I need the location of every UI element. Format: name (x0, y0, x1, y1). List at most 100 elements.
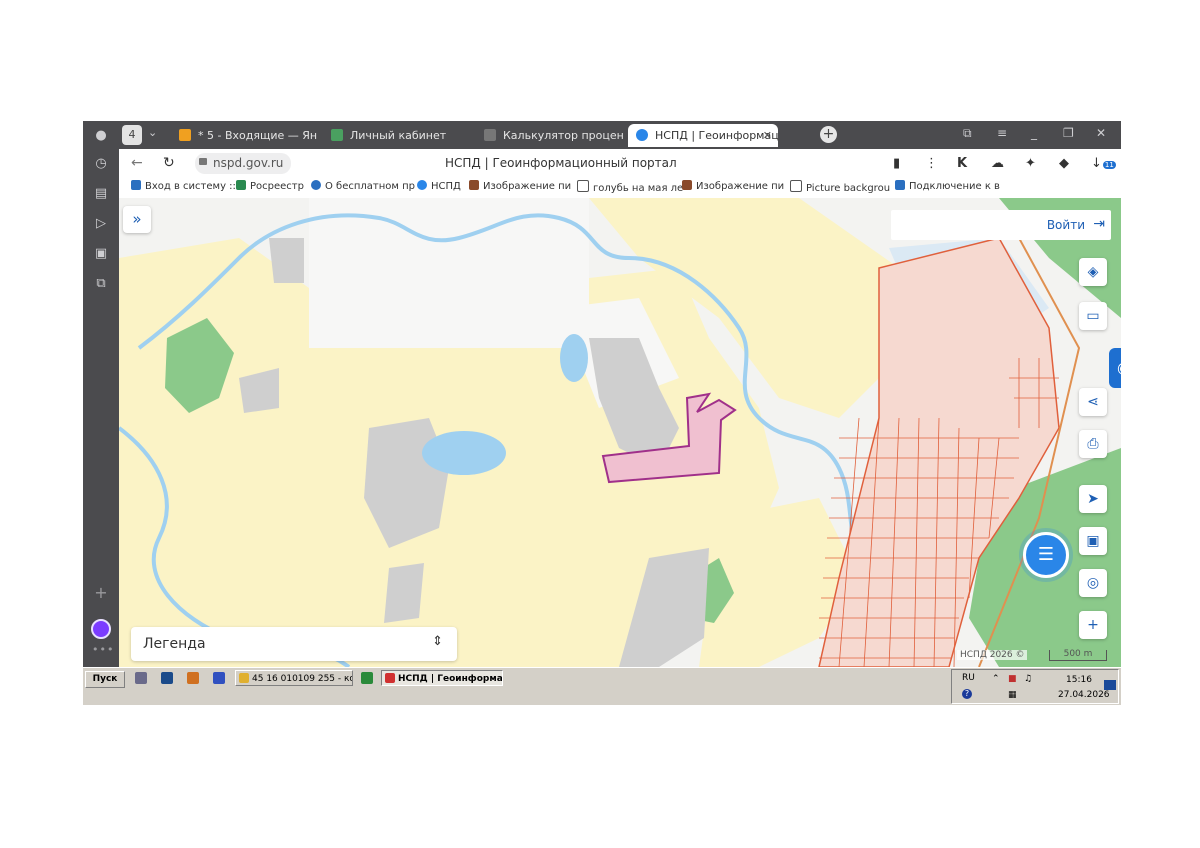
quicklaunch-illustrator-icon[interactable] (187, 672, 199, 684)
bookmark-image-2[interactable]: Изображение пи (682, 180, 784, 192)
nspd-icon (636, 129, 648, 141)
lock-icon (199, 158, 207, 165)
bookmarks-bar: Вход в систему :: Росреестр О бесплатном… (119, 178, 1121, 198)
bookmark-image-1[interactable]: Изображение пи (469, 180, 571, 192)
start-button[interactable]: Пуск (85, 671, 125, 688)
quicklaunch-library-icon[interactable] (135, 672, 147, 684)
legend-panel[interactable]: Легенда ⇕ (131, 627, 457, 661)
share-button[interactable]: ⋖ (1079, 388, 1107, 416)
extension-k-icon[interactable]: K (957, 156, 967, 171)
bookmark-login[interactable]: Вход в систему :: (131, 180, 236, 192)
login-label[interactable]: Войти (1047, 218, 1085, 232)
screenshot-icon[interactable]: ⧉ (92, 275, 110, 293)
bookmark-picture[interactable]: Picture backgrou (790, 180, 890, 194)
task-nspd-browser[interactable]: НСПД | Геоинформа... (381, 670, 503, 686)
login-icon[interactable]: ⇥ (1093, 216, 1105, 232)
layers-icon: ◈ (1087, 264, 1099, 280)
chat-button[interactable]: ☰ (1023, 532, 1069, 578)
restore-icon[interactable]: ❐ (1063, 126, 1074, 140)
bookmark-icon[interactable]: ▮ (893, 156, 900, 171)
bookmark-rosreestr[interactable]: Росреестр (236, 180, 304, 192)
menu-icon[interactable]: ≡ (997, 126, 1007, 140)
white-area (309, 198, 589, 348)
downloads-badge: 11 (1102, 161, 1116, 169)
windows-taskbar: Пуск 45 16 010109 255 - коп... НСПД | Ге… (83, 667, 1121, 705)
tab-bar: 4 ⌄ * 5 - Входящие — Яндекс Личный кабин… (119, 121, 1121, 149)
bookmark-pigeon[interactable]: голубь на мая ле (577, 180, 683, 194)
task-scan-folder[interactable]: 45 16 010109 255 - коп... (235, 670, 353, 686)
antivirus-icon[interactable]: ■ (1008, 674, 1017, 684)
calculator-icon (484, 129, 496, 141)
close-icon[interactable]: ✕ (763, 124, 772, 147)
network-icon[interactable]: ▦ (1008, 690, 1017, 700)
excel-icon[interactable] (361, 672, 373, 684)
reload-icon[interactable]: ↻ (163, 155, 175, 171)
lake (560, 334, 588, 382)
expand-panel-button[interactable]: » (123, 206, 151, 233)
lake (422, 431, 506, 475)
history-icon[interactable]: ◷ (92, 155, 110, 173)
quicklaunch-save-icon[interactable] (213, 672, 225, 684)
bookmark-connection[interactable]: Подключение к в (895, 180, 1000, 192)
extension-shield-icon[interactable]: ◆ (1059, 156, 1069, 171)
extension-puzzle-icon[interactable]: ✦ (1025, 156, 1036, 171)
tabs-overview-icon[interactable]: ⧉ (963, 126, 972, 141)
print-button[interactable]: ⎙ (1079, 430, 1107, 458)
tab-nspd[interactable]: НСПД | Геоинформаци ✕ (628, 124, 778, 147)
grey-area (384, 563, 424, 623)
minimize-icon[interactable]: _ (1031, 126, 1037, 140)
tab-calculator[interactable]: Калькулятор процентов (484, 124, 624, 147)
window-close-icon[interactable]: ✕ (1096, 126, 1106, 140)
chevron-updown-icon[interactable]: ⇕ (432, 634, 443, 649)
downloads-icon[interactable]: ↓ 11 (1091, 156, 1116, 171)
bookmark-free[interactable]: О бесплатном пр (311, 180, 415, 192)
url-field[interactable]: nspd.gov.ru (195, 153, 291, 174)
volume-icon[interactable]: ♫ (1024, 674, 1032, 684)
map-canvas[interactable]: » Войти ⇥ ◈ ▭ ◉ ⋖ ⎙ ➤ ▣ ◎ + ☰ Легенда ⇕ … (119, 198, 1121, 667)
zoom-in-button[interactable]: + (1079, 611, 1107, 639)
ruler-icon: ▭ (1086, 308, 1100, 324)
legend-label: Легенда (143, 636, 206, 652)
tab-counter[interactable]: 4 (122, 125, 142, 145)
profile-icon[interactable]: ● (92, 127, 110, 145)
language-indicator[interactable]: RU (962, 673, 975, 683)
video-icon[interactable]: ▷ (92, 215, 110, 233)
clock-time[interactable]: 15:16 (1066, 675, 1092, 685)
collections-icon[interactable]: ▤ (92, 185, 110, 203)
new-tab-button[interactable]: + (820, 126, 837, 143)
quicklaunch-photoshop-icon[interactable] (161, 672, 173, 684)
extension-cloud-icon[interactable]: ☁ (991, 156, 1004, 171)
search-panel-icon: ◉ (1117, 358, 1121, 377)
bookmark-nspd[interactable]: НСПД (417, 180, 461, 192)
plus-icon: + (1087, 617, 1099, 633)
tab-mail[interactable]: * 5 - Входящие — Яндекс (179, 124, 317, 147)
minimap-icon: ▣ (1086, 533, 1100, 549)
add-panel-icon[interactable]: + (92, 583, 110, 602)
alice-assistant-icon[interactable] (91, 619, 111, 639)
ruler-button[interactable]: ▭ (1079, 302, 1107, 330)
show-desktop-icon[interactable] (1104, 680, 1116, 690)
location-search-icon: ◎ (1086, 575, 1100, 591)
search-panel-button[interactable]: ◉ (1109, 348, 1121, 388)
minimap-button[interactable]: ▣ (1079, 527, 1107, 555)
kebab-menu-icon[interactable]: ⋮ (925, 156, 938, 171)
clock-date[interactable]: 27.04.2026 (1058, 690, 1110, 700)
address-bar: ← ↻ nspd.gov.ru НСПД | Геоинформационный… (119, 149, 1121, 178)
tab-personal-account[interactable]: Личный кабинет (331, 124, 461, 147)
chevron-down-icon[interactable]: ⌄ (148, 126, 157, 139)
tray-expand-icon[interactable]: ⌃ (992, 674, 1000, 684)
print-icon: ⎙ (1087, 436, 1099, 452)
locate-button[interactable]: ➤ (1079, 485, 1107, 513)
map-attribution: НСПД 2026 © (957, 650, 1028, 660)
mail-icon (179, 129, 191, 141)
login-bar[interactable]: Войти ⇥ (891, 210, 1111, 240)
location-search-button[interactable]: ◎ (1079, 569, 1107, 597)
layers-button[interactable]: ◈ (1079, 258, 1107, 286)
back-icon[interactable]: ← (131, 155, 143, 171)
chat-icon: ☰ (1037, 544, 1055, 565)
folder-icon (239, 673, 249, 683)
more-icon[interactable]: ••• (92, 643, 113, 656)
shield-icon (331, 129, 343, 141)
calendar-icon[interactable]: ▣ (92, 245, 110, 263)
help-icon[interactable]: ? (962, 689, 972, 699)
